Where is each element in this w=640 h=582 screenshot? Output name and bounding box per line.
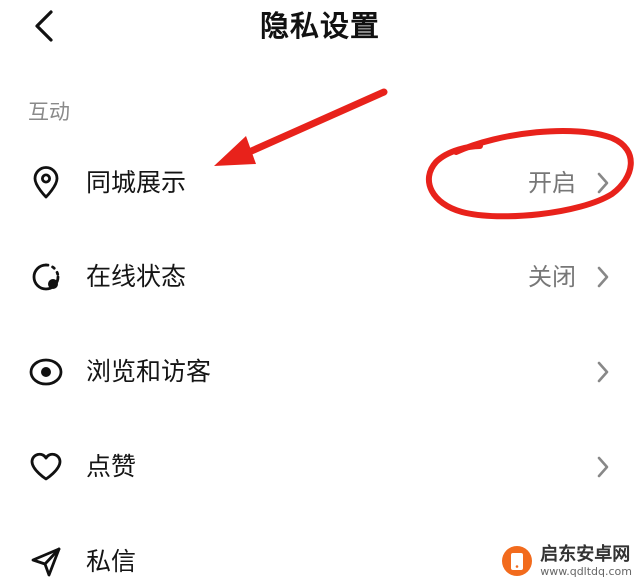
heart-icon: [28, 449, 64, 485]
settings-row-online-status[interactable]: 在线状态 关闭: [0, 230, 640, 324]
row-label: 同城展示: [86, 168, 187, 197]
chevron-right-icon: [592, 354, 614, 390]
row-value: 开启: [528, 169, 576, 197]
chevron-right-icon: [592, 165, 614, 201]
online-status-icon: [28, 259, 64, 295]
watermark-url: www.qdltdq.com: [540, 564, 632, 578]
settings-row-nearby-display[interactable]: 同城展示 开启: [0, 136, 640, 230]
location-pin-icon: [28, 165, 64, 201]
top-bar: 隐私设置: [0, 0, 640, 56]
chevron-right-icon: [592, 449, 614, 485]
paper-plane-icon: [28, 544, 64, 580]
row-label: 私信: [86, 547, 137, 576]
watermark-title: 启东安卓网: [540, 543, 631, 565]
row-label: 在线状态: [86, 262, 187, 291]
watermark: 启东安卓网 www.qdltdq.com: [500, 544, 632, 578]
chevron-right-icon: [592, 259, 614, 295]
settings-row-likes[interactable]: 点赞: [0, 420, 640, 514]
page-title: 隐私设置: [259, 9, 380, 43]
row-value: 关闭: [528, 263, 576, 291]
eye-icon: [28, 354, 64, 390]
row-label: 点赞: [86, 452, 137, 481]
settings-row-views-visitors[interactable]: 浏览和访客: [0, 325, 640, 419]
row-label: 浏览和访客: [86, 357, 212, 386]
section-label: 互动: [28, 100, 70, 124]
watermark-logo-icon: [502, 546, 533, 576]
